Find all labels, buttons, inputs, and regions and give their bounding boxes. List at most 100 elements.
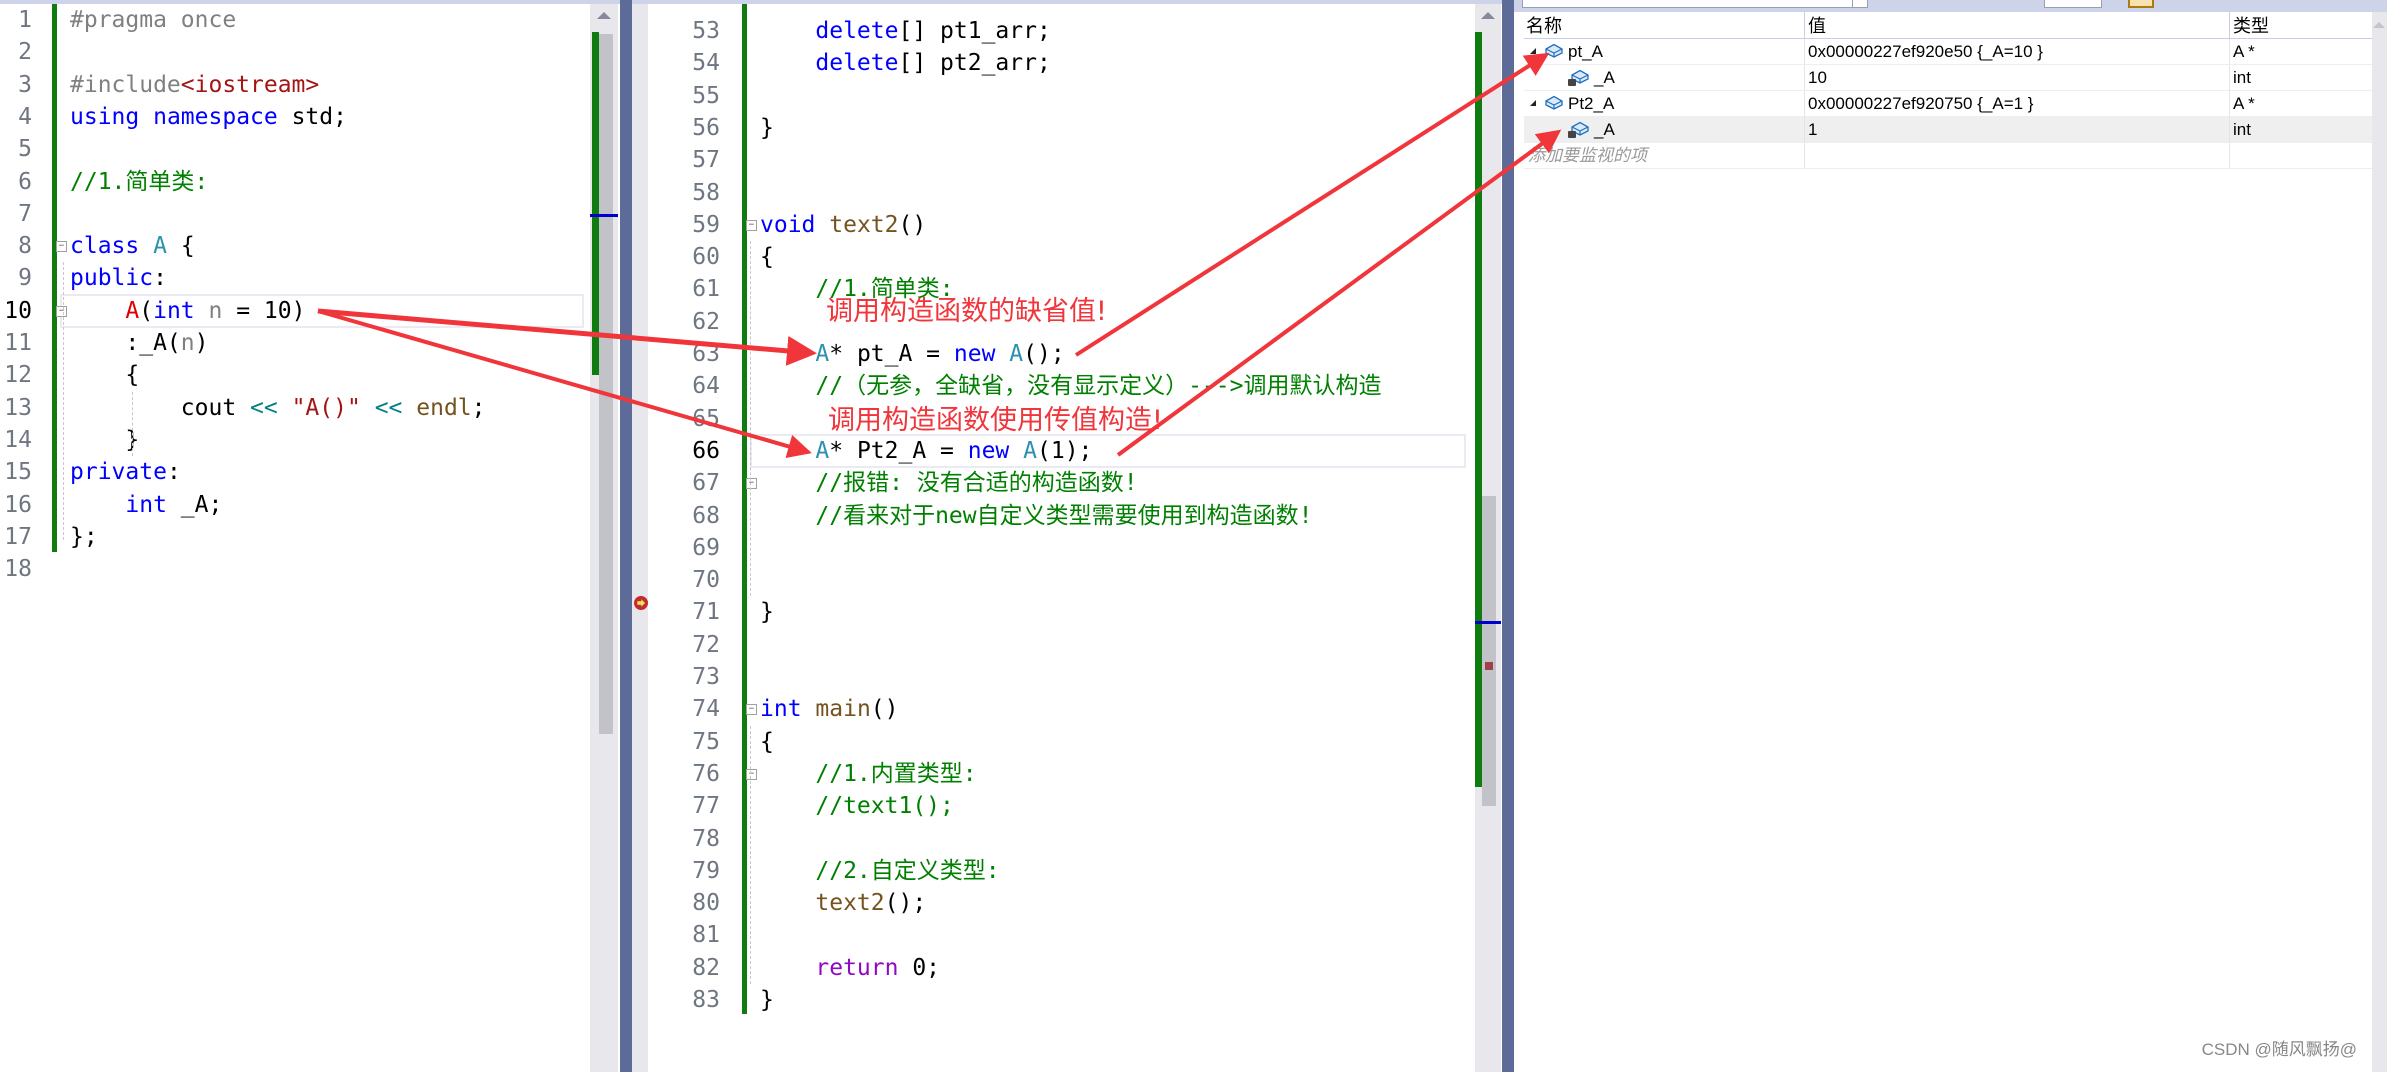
watch-row[interactable]: _A 10 int	[1524, 65, 2372, 91]
line-number: 75	[692, 728, 720, 755]
watch-add-item-row[interactable]: 添加要监视的项	[1524, 143, 2372, 169]
column-header-value[interactable]: 值	[1804, 12, 2223, 38]
code-line[interactable]: delete[] pt2_arr;	[760, 47, 1050, 79]
code-line[interactable]: class A {	[70, 230, 195, 262]
code-line[interactable]: //1.内置类型:	[760, 758, 977, 790]
line-number: 16	[4, 491, 32, 518]
code-line[interactable]: #pragma once	[70, 4, 236, 36]
watch-value-cell[interactable]: 1	[1804, 117, 2223, 142]
code-token: #include	[70, 71, 181, 98]
code-line[interactable]: {	[760, 726, 774, 758]
code-line[interactable]: //2.自定义类型:	[760, 855, 999, 887]
expand-triangle-icon[interactable]	[1530, 48, 1536, 54]
watch-value-cell[interactable]: 0x00000227ef920e50 {_A=10 }	[1804, 39, 2223, 64]
fold-toggle-icon[interactable]: −	[746, 768, 757, 780]
expand-triangle-icon[interactable]	[1530, 100, 1536, 106]
watch-search-input[interactable]	[1522, 0, 1854, 8]
scrollbar-thumb[interactable]	[599, 34, 613, 734]
line-number: 72	[692, 631, 720, 658]
code-line[interactable]: void text2()	[760, 209, 926, 241]
line-number: 64	[692, 373, 720, 400]
code-line[interactable]: }	[70, 424, 139, 456]
code-line[interactable]: //报错: 没有合适的构造函数!	[760, 467, 1137, 499]
code-line[interactable]: A* pt_A = new A();	[760, 338, 1064, 370]
code-line[interactable]: //（无参，全缺省，没有显示定义）--->调用默认构造	[760, 370, 1381, 402]
code-line[interactable]: //text1();	[760, 790, 953, 822]
lock-icon	[1568, 79, 1576, 86]
code-line[interactable]: :_A(n)	[70, 327, 208, 359]
scrollbar-thumb[interactable]	[1482, 496, 1496, 806]
pane-splitter[interactable]	[1502, 0, 1514, 1072]
line-number: 65	[692, 405, 720, 432]
code-line[interactable]: };	[70, 521, 98, 553]
line-number: 76	[692, 760, 720, 787]
code-token: n	[180, 330, 195, 356]
code-line[interactable]: public:	[70, 262, 167, 294]
code-token: new	[967, 437, 1010, 464]
toolbar-icon[interactable]	[2128, 0, 2154, 8]
watch-row[interactable]: pt_A 0x00000227ef920e50 {_A=10 } A *	[1524, 39, 2372, 65]
column-header-name[interactable]: 名称	[1524, 12, 1796, 38]
code-line[interactable]: //1.简单类:	[70, 166, 208, 198]
code-line[interactable]: }	[760, 984, 774, 1016]
code-token: }	[760, 114, 774, 141]
code-line[interactable]: {	[70, 359, 139, 391]
code-line[interactable]: }	[760, 112, 774, 144]
left-editor-scrollbar[interactable]	[590, 4, 618, 1072]
fold-toggle-icon[interactable]: −	[746, 219, 757, 231]
code-line[interactable]: //看来对于new自定义类型需要使用到构造函数!	[760, 500, 1312, 532]
left-code-editor[interactable]: 1 #pragma once 2 3 #include<iostream> 4 using …	[0, 4, 590, 1072]
watch-value-cell[interactable]: 0x00000227ef920750 {_A=1 }	[1804, 91, 2223, 116]
code-line[interactable]: #include<iostream>	[70, 69, 319, 101]
code-line[interactable]: using namespace std;	[70, 101, 347, 133]
middle-code-editor[interactable]: 53 delete[] pt1_arr; 54 delete[] pt2_arr;…	[648, 4, 1475, 1072]
code-token: <iostream>	[180, 71, 320, 98]
watch-scrollbar[interactable]	[2372, 12, 2387, 1072]
scroll-up-arrow-icon[interactable]	[1481, 12, 1495, 19]
add-watch-placeholder[interactable]: 添加要监视的项	[1524, 143, 1798, 168]
code-line[interactable]: {	[760, 241, 774, 273]
middle-editor-scrollbar[interactable]	[1475, 4, 1501, 1072]
code-token: //1.内置类型:	[815, 760, 977, 787]
code-line[interactable]: delete[] pt1_arr;	[760, 15, 1050, 47]
annotation-default-value: 调用构造函数的缺省值!	[826, 296, 1107, 327]
code-line[interactable]: int _A;	[70, 489, 222, 521]
scroll-up-arrow-icon[interactable]	[597, 12, 611, 19]
watch-variable-name: _A	[1594, 68, 1615, 87]
column-header-type[interactable]: 类型	[2229, 12, 2373, 38]
code-line[interactable]: int main()	[760, 693, 899, 725]
scroll-up-arrow-icon[interactable]	[2373, 22, 2385, 28]
code-token: delete	[815, 18, 899, 44]
code-token: :	[166, 459, 181, 486]
watch-row[interactable]: _A 1 int	[1524, 117, 2372, 143]
watch-row[interactable]: Pt2_A 0x00000227ef920750 {_A=1 } A *	[1524, 91, 2372, 117]
lock-icon	[1568, 131, 1576, 138]
fold-toggle-icon[interactable]: −	[56, 305, 67, 317]
search-depth-box[interactable]	[2044, 0, 2102, 8]
code-token: {	[166, 233, 195, 260]
watch-header-row: 名称 值 类型	[1524, 12, 2372, 39]
code-line[interactable]: A(int n = 10)	[70, 295, 305, 327]
code-line[interactable]: A* Pt2_A = new A(1);	[760, 435, 1092, 467]
code-line[interactable]: return 0;	[760, 952, 940, 984]
search-dropdown-button[interactable]	[1852, 0, 1868, 8]
fold-toggle-icon[interactable]: −	[746, 478, 757, 490]
line-number: 55	[692, 82, 720, 109]
code-line[interactable]: text2();	[760, 887, 926, 919]
code-line[interactable]: }	[760, 596, 774, 628]
code-token: cout	[70, 394, 251, 421]
watch-value-cell[interactable]: 10	[1804, 65, 2223, 90]
pane-splitter[interactable]	[620, 0, 632, 1072]
code-line[interactable]: private:	[70, 456, 181, 488]
fold-toggle-icon[interactable]: −	[56, 241, 67, 253]
fold-toggle-icon[interactable]: −	[746, 704, 757, 716]
line-number: 70	[692, 567, 720, 594]
code-token: {	[70, 362, 140, 389]
breakpoint-marker	[1485, 662, 1493, 670]
line-number: 9	[18, 265, 32, 292]
